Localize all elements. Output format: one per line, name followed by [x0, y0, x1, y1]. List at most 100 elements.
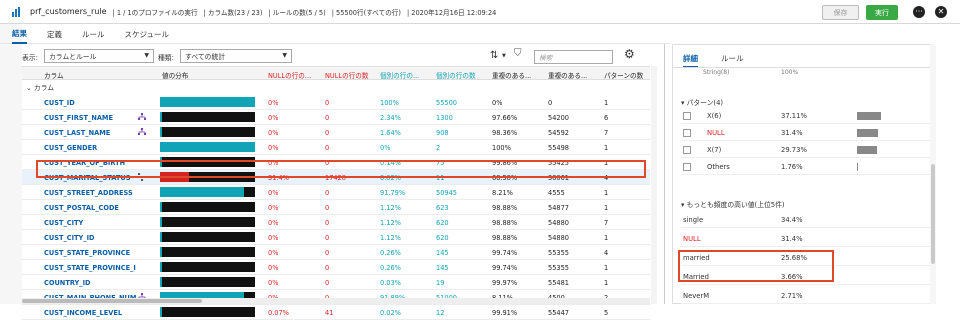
table-row[interactable]: CUST_POSTAL_CODE 0% 0 1.12% 623 98.88% 54877 1 — [22, 200, 650, 215]
partial-pattern-value: 100% — [781, 69, 799, 76]
sort-icon[interactable]: ⇅ — [490, 50, 498, 61]
frequent-value-row[interactable]: Married 3.66% — [681, 270, 931, 285]
grid-scrollbar[interactable] — [651, 66, 657, 304]
table-row[interactable]: CUST_LAST_NAME 0% 0 1.64% 908 98.36% 54592 7 — [22, 125, 650, 140]
pattern-row[interactable]: NULL 31.4% — [681, 126, 931, 141]
frequent-value-row[interactable]: single 34.4% — [681, 213, 931, 228]
distribution-bar[interactable] — [160, 232, 255, 242]
tab-panel-rules[interactable]: ルール — [721, 53, 744, 64]
table-row[interactable]: CUST_STATE_PROVINCE_ID 0% 0 0.26% 145 99.74% 5… — [22, 260, 650, 275]
panel-splitter[interactable] — [664, 44, 665, 304]
distribution-bar[interactable] — [160, 172, 255, 182]
table-row[interactable]: CUST_GENDER 0% 0 0% 2 100% 55498 1 — [22, 140, 650, 155]
distribution-bar[interactable] — [160, 97, 255, 107]
distribution-bar[interactable] — [160, 202, 255, 212]
cell-pat: 1 — [604, 99, 609, 107]
tab-rules[interactable]: ルール — [82, 26, 105, 44]
pattern-row[interactable]: X(7) 29.73% — [681, 143, 931, 158]
pattern-checkbox[interactable] — [683, 146, 691, 154]
frequent-value-pct: 2.71% — [781, 292, 803, 300]
horizontal-scrollbar[interactable] — [22, 298, 650, 304]
distribution-bar[interactable] — [160, 127, 255, 137]
header-pattern-count[interactable]: パターンの数 — [604, 70, 650, 80]
tab-detail[interactable]: 詳細 — [683, 53, 698, 68]
settings-gear-icon[interactable]: ⚙ — [624, 47, 635, 61]
filter-icon[interactable]: ⛉ — [514, 48, 522, 59]
table-row[interactable]: CUST_YEAR_OF_BIRTH 0% 0 0.14% 75 99.86% 55425 1 — [22, 155, 650, 170]
frequent-value-row[interactable]: NeverM 2.71% — [681, 289, 931, 304]
header-dup-count[interactable]: 重複のある... — [548, 70, 600, 80]
hierarchy-icon[interactable] — [138, 112, 146, 122]
header-distinct-pct[interactable]: 個別の行の... — [380, 70, 432, 80]
search-input[interactable]: 検索 — [534, 50, 613, 64]
pattern-row[interactable]: X(6) 37.11% — [681, 109, 931, 124]
table-row[interactable]: CUST_CITY 0% 0 1.12% 620 98.88% 54880 7 — [22, 215, 650, 230]
frequent-value-row[interactable]: NULL 31.4% — [681, 232, 931, 247]
table-row[interactable]: CUST_STREET_ADDRESS 0% 0 91.79% 50945 8.21% 45… — [22, 185, 650, 200]
tab-definition[interactable]: 定義 — [47, 26, 62, 44]
distribution-bar[interactable] — [160, 157, 255, 167]
group-header[interactable]: ⌄ カラム — [26, 82, 54, 92]
sort-dropdown-icon[interactable]: ▼ — [502, 53, 506, 59]
cell-dup-n: 54880 — [548, 219, 569, 227]
column-name[interactable]: CUST_YEAR_OF_BIRTH — [44, 159, 136, 167]
panel-scrollbar[interactable] — [930, 44, 936, 304]
type-dropdown[interactable]: すべての統計 ▼ — [180, 49, 292, 63]
distribution-bar[interactable] — [160, 247, 255, 257]
column-name[interactable]: CUST_STREET_ADDRESS — [44, 189, 136, 197]
cell-dist-pct: 0% — [380, 144, 391, 152]
save-button[interactable]: 保存 — [822, 5, 859, 20]
column-name[interactable]: COUNTRY_ID — [44, 279, 136, 287]
column-name[interactable]: CUST_INCOME_LEVEL — [44, 309, 136, 317]
header-dup-pct[interactable]: 重複のある... — [492, 70, 544, 80]
hierarchy-icon[interactable] — [138, 127, 146, 137]
column-name[interactable]: CUST_LAST_NAME — [44, 129, 136, 137]
distribution-bar[interactable] — [160, 112, 255, 122]
tab-results[interactable]: 結果 — [12, 26, 27, 44]
distribution-bar[interactable] — [160, 217, 255, 227]
table-row[interactable]: CUST_FIRST_NAME 0% 0 2.34% 1300 97.66% 54200 6 — [22, 110, 650, 125]
pattern-row[interactable]: Others 1.76% — [681, 160, 931, 175]
table-row[interactable]: CUST_ID 0% 0 100% 55500 0% 0 1 — [22, 95, 650, 110]
header-distinct-count[interactable]: 個別の行の数 — [436, 70, 488, 80]
table-row[interactable]: CUST_INCOME_LEVEL 0.07% 41 0.02% 12 99.91% 554… — [22, 305, 650, 320]
column-name[interactable]: CUST_CITY_ID — [44, 234, 136, 242]
tree-icon[interactable] — [138, 172, 146, 182]
pattern-checkbox[interactable] — [683, 129, 691, 137]
table-row[interactable]: CUST_CITY_ID 0% 0 1.12% 620 98.88% 54880 1 — [22, 230, 650, 245]
distribution-bar[interactable] — [160, 277, 255, 287]
cell-null-n: 0 — [325, 129, 330, 137]
table-row[interactable]: CUST_STATE_PROVINCE 0% 0 0.26% 145 99.74% 5535… — [22, 245, 650, 260]
pattern-checkbox[interactable] — [683, 112, 691, 120]
distribution-bar[interactable] — [160, 262, 255, 272]
cell-dup-n: 55425 — [548, 159, 569, 167]
display-dropdown[interactable]: カラムとルール ▼ — [44, 49, 154, 63]
tab-schedule[interactable]: スケジュール — [125, 26, 169, 44]
column-name[interactable]: CUST_CITY — [44, 219, 136, 227]
column-name[interactable]: CUST_FIRST_NAME — [44, 114, 136, 122]
table-row[interactable]: COUNTRY_ID 0% 0 0.03% 19 99.97% 55481 1 — [22, 275, 650, 290]
ellipsis-icon[interactable]: ··· — [913, 6, 925, 18]
column-name[interactable]: CUST_STATE_PROVINCE — [44, 249, 136, 257]
column-name[interactable]: CUST_GENDER — [44, 144, 136, 152]
header-null-count[interactable]: NULLの行の数 — [325, 70, 377, 80]
header-column[interactable]: カラム — [44, 70, 144, 80]
column-name[interactable]: CUST_STATE_PROVINCE_ID — [44, 264, 136, 272]
frequent-value-row[interactable]: married 25.68% — [681, 251, 931, 266]
distribution-bar[interactable] — [160, 142, 255, 152]
distribution-bar[interactable] — [160, 187, 255, 197]
scroll-thumb[interactable] — [22, 299, 202, 303]
distribution-bar[interactable] — [160, 307, 255, 317]
panel-scroll-thumb[interactable] — [931, 164, 935, 264]
column-name[interactable]: CUST_POSTAL_CODE — [44, 204, 136, 212]
column-name[interactable]: CUST_ID — [44, 99, 136, 107]
table-row[interactable]: CUST_MARITAL_STATUS 31.4% 17428 0.02% 11 68.5… — [22, 170, 650, 185]
header-distribution[interactable]: 値の分布 — [162, 70, 262, 80]
close-icon[interactable]: ✕ — [935, 6, 947, 18]
run-button[interactable]: 実行 — [866, 5, 898, 20]
header-null-pct[interactable]: NULLの行の... — [268, 70, 320, 80]
patterns-section-title[interactable]: ▾ パターン(4) — [681, 97, 723, 107]
frequent-values-title[interactable]: ▾ もっとも頻度の高い値(上位5件) — [681, 199, 785, 209]
column-name[interactable]: CUST_MARITAL_STATUS — [44, 174, 136, 182]
pattern-checkbox[interactable] — [683, 163, 691, 171]
